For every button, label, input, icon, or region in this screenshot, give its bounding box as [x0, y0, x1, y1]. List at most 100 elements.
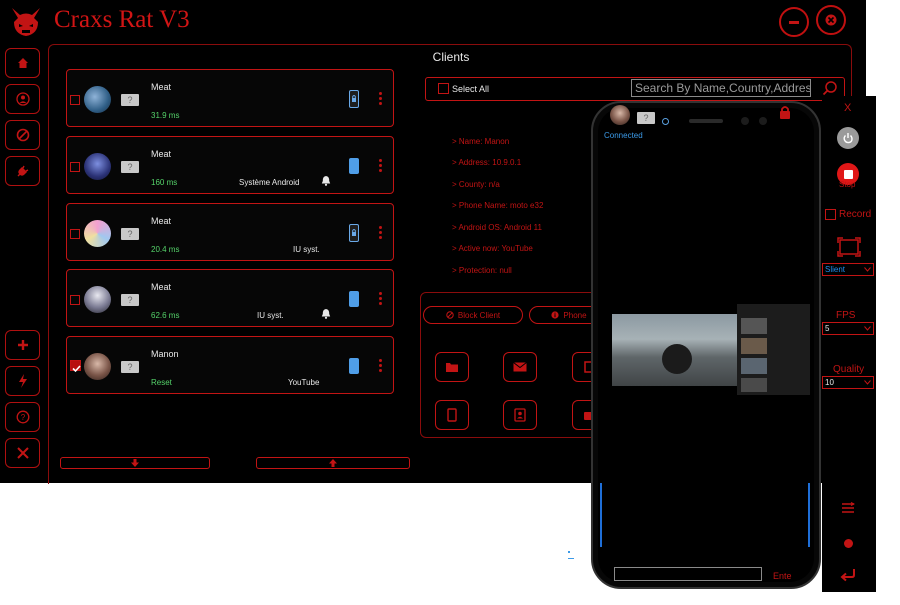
sidebar-user-button[interactable] [5, 84, 40, 114]
scroll-down-button[interactable] [60, 457, 210, 469]
chevron-down-icon [864, 380, 871, 385]
sidebar-block-button[interactable] [5, 120, 40, 150]
sidebar-power-button[interactable] [5, 366, 40, 396]
block-client-button[interactable]: Block Client [423, 306, 523, 324]
unknown-flag: ? [121, 361, 139, 373]
phone-icon [349, 358, 359, 374]
home-icon [17, 58, 28, 68]
client-menu-button[interactable] [379, 359, 382, 374]
record-checkbox[interactable] [825, 209, 836, 220]
minimize-icon [789, 21, 799, 24]
folder-icon [446, 363, 458, 372]
client-name: Meat [151, 149, 172, 159]
power-button[interactable] [837, 127, 859, 149]
enter-button[interactable]: Ente [773, 571, 792, 581]
mode-select[interactable]: Slient [822, 263, 874, 276]
client-menu-button[interactable] [379, 92, 382, 107]
client-checkbox[interactable] [70, 162, 80, 172]
close-icon [825, 14, 837, 26]
info-name: > Name: Manon [452, 137, 510, 146]
client-name: Meat [151, 282, 172, 292]
envelope-icon [513, 362, 527, 372]
contacts-button[interactable] [503, 400, 537, 430]
block-icon [16, 128, 29, 142]
client-checkbox[interactable] [70, 360, 81, 373]
select-all-checkbox[interactable] [438, 83, 449, 94]
info-protection: > Protection: null [452, 266, 512, 275]
block-icon [446, 311, 454, 319]
phone-speaker [689, 119, 723, 123]
stream-thumb [741, 318, 767, 334]
viewer-close-button[interactable]: X [844, 102, 851, 114]
user-icon [15, 92, 30, 106]
menu-icon[interactable] [841, 502, 855, 514]
right-edge-bar [808, 483, 810, 547]
client-active-app: IU syst. [257, 311, 284, 320]
svg-text:?: ? [20, 413, 25, 422]
unknown-flag: ? [121, 228, 139, 240]
client-card[interactable]: ? Manon Reset YouTube [66, 336, 394, 394]
avatar [84, 286, 111, 313]
arrow-down-icon [131, 459, 139, 467]
sidebar-tools-button[interactable] [5, 438, 40, 468]
sidebar-add-button[interactable] [5, 330, 40, 360]
info-address: > Address: 10.9.0.1 [452, 158, 522, 167]
client-checkbox[interactable] [70, 229, 80, 239]
client-active-app: IU syst. [293, 245, 320, 254]
stream-figure [662, 344, 692, 374]
quality-label: Quality [833, 364, 865, 375]
client-checkbox[interactable] [70, 95, 80, 105]
home-circle-button[interactable] [844, 539, 853, 548]
file-manager-button[interactable] [435, 352, 469, 382]
client-menu-button[interactable] [379, 292, 382, 307]
screen-stream-video [612, 314, 737, 386]
client-checkbox[interactable] [70, 295, 80, 305]
sidebar-home-button[interactable] [5, 48, 40, 78]
client-menu-button[interactable] [379, 226, 382, 241]
locked-phone-icon [349, 90, 359, 108]
lightning-icon [18, 374, 27, 388]
arrow-up-icon [329, 459, 337, 467]
sidebar-plug-button[interactable] [5, 156, 40, 186]
client-card[interactable]: ? Meat 20.4 ms IU syst. [66, 203, 394, 261]
stop-label: Stop [839, 180, 856, 189]
phone-icon [349, 291, 359, 307]
lock-icon[interactable] [779, 105, 791, 119]
record-label: Record [839, 209, 872, 220]
client-ping: 62.6 ms [151, 311, 180, 320]
sidebar-help-button[interactable]: ? [5, 402, 40, 432]
phone-icon [349, 158, 359, 174]
client-active-app: Système Android [239, 178, 300, 187]
close-button[interactable] [816, 5, 846, 35]
stream-thumb [741, 358, 767, 374]
sms-button[interactable] [503, 352, 537, 382]
select-all-label: Select All [452, 84, 490, 94]
bell-icon [321, 176, 331, 186]
quality-value: 10 [825, 378, 834, 387]
phone-control-button[interactable] [435, 400, 469, 430]
client-card[interactable]: ? Meat 160 ms Système Android [66, 136, 394, 194]
client-menu-button[interactable] [379, 159, 382, 174]
info-active-now: > Active now: YouTube [452, 244, 533, 253]
quality-select[interactable]: 10 [822, 376, 874, 389]
client-card[interactable]: ? Meat 31.9 ms [66, 69, 394, 127]
unknown-flag: ? [121, 161, 139, 173]
phone-info-label: Phone [563, 310, 587, 320]
back-arrow-icon[interactable] [840, 568, 856, 582]
minimize-button[interactable] [779, 7, 809, 37]
screenshot-icon[interactable] [837, 237, 861, 257]
search-input[interactable]: Search By Name,Country,Addres... [631, 79, 811, 97]
viewer-avatar [610, 105, 630, 125]
block-client-label: Block Client [457, 310, 501, 320]
fps-select[interactable]: 5 [822, 322, 874, 335]
unknown-flag: ? [121, 94, 139, 106]
scroll-up-button[interactable] [256, 457, 410, 469]
section-title: Clients [432, 50, 470, 64]
tools-icon [16, 447, 29, 459]
search-icon[interactable] [822, 80, 838, 96]
client-name: Meat [151, 216, 172, 226]
avatar [84, 86, 111, 113]
client-card[interactable]: ? Meat 62.6 ms IU syst. [66, 269, 394, 327]
text-input[interactable] [614, 567, 762, 581]
mode-value: Slient [825, 265, 846, 274]
